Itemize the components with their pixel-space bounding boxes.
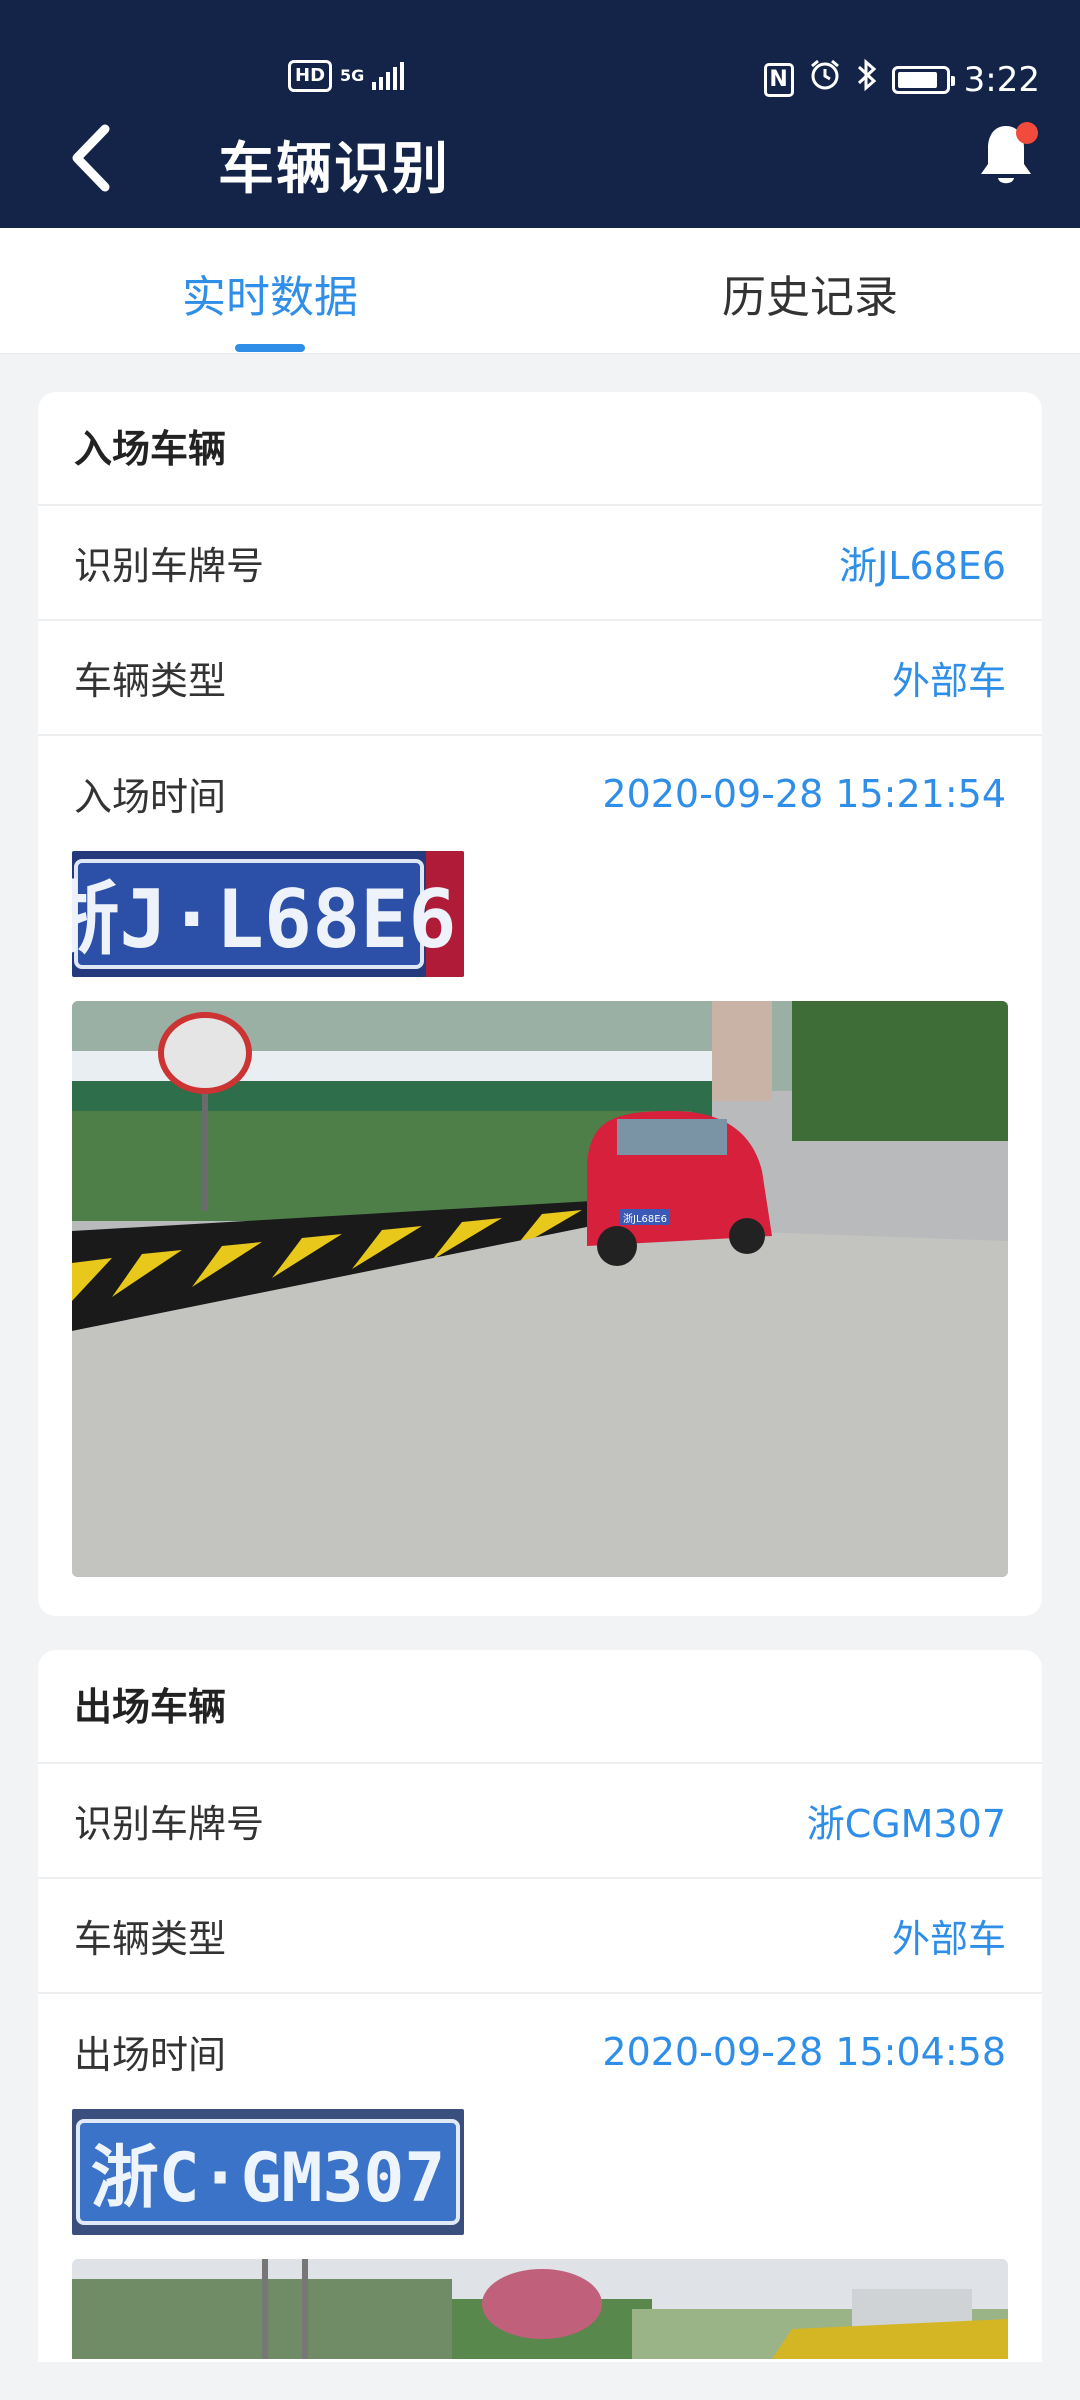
status-right: N 3:22 bbox=[763, 58, 1040, 101]
tab-realtime[interactable]: 实时数据 bbox=[0, 228, 540, 354]
notification-dot bbox=[1016, 122, 1038, 144]
nfc-icon: N bbox=[763, 62, 794, 97]
page-title: 车辆识别 bbox=[218, 137, 450, 202]
exit-scene-image[interactable] bbox=[72, 2259, 1008, 2359]
alarm-icon bbox=[808, 58, 842, 101]
hd-badge: HD bbox=[288, 60, 333, 92]
exit-time-label: 出场时间 bbox=[74, 2033, 227, 2077]
back-button[interactable] bbox=[52, 118, 132, 198]
card-title: 出场车辆 bbox=[38, 1650, 1042, 1764]
network-type: 5G bbox=[340, 66, 365, 85]
status-bar: HD 5G N 3:22 bbox=[0, 52, 1080, 108]
exit-vehicle-card: 出场车辆 识别车牌号 浙CGM307 车辆类型 外部车 出场时间 2020-09… bbox=[38, 1650, 1042, 2362]
car-plate-text: 浙JL68E6 bbox=[623, 1213, 667, 1225]
plate-value: 浙CGM307 bbox=[806, 1802, 1006, 1846]
vehicle-type-row: 车辆类型 外部车 bbox=[38, 621, 1042, 736]
battery-level bbox=[897, 71, 937, 88]
vehicle-type-value: 外部车 bbox=[891, 1917, 1006, 1961]
plate-label: 识别车牌号 bbox=[74, 544, 265, 588]
vehicle-type-label: 车辆类型 bbox=[74, 659, 227, 703]
exit-time-row: 出场时间 2020-09-28 15:04:58 bbox=[38, 1994, 1042, 2109]
tab-history[interactable]: 历史记录 bbox=[540, 228, 1080, 354]
plate-crop-text: 浙C·GM307 bbox=[91, 2139, 446, 2218]
plate-row: 识别车牌号 浙CGM307 bbox=[38, 1764, 1042, 1879]
bluetooth-icon bbox=[856, 58, 878, 101]
entry-time-value: 2020-09-28 15:21:54 bbox=[602, 771, 1006, 816]
plate-crop-image[interactable]: 浙J·L68E6 bbox=[72, 851, 464, 977]
signal-icon bbox=[372, 62, 405, 90]
chevron-left-icon bbox=[72, 124, 110, 192]
entry-time-row: 入场时间 2020-09-28 15:21:54 bbox=[38, 736, 1042, 851]
exit-time-value: 2020-09-28 15:04:58 bbox=[602, 2029, 1006, 2074]
card-title: 入场车辆 bbox=[38, 392, 1042, 506]
tab-indicator bbox=[235, 344, 305, 352]
plate-crop-image[interactable]: 浙C·GM307 bbox=[72, 2109, 464, 2235]
status-left: HD 5G bbox=[288, 60, 405, 92]
vehicle-type-label: 车辆类型 bbox=[74, 1917, 227, 1961]
tab-bar: 实时数据 历史记录 bbox=[0, 228, 1080, 354]
plate-label: 识别车牌号 bbox=[74, 1802, 265, 1846]
vehicle-type-value: 外部车 bbox=[891, 659, 1006, 703]
entry-scene-image[interactable]: 浙JL68E6 bbox=[72, 1001, 1008, 1577]
battery-icon bbox=[891, 65, 955, 94]
plate-crop-text: 浙J·L68E6 bbox=[72, 873, 457, 966]
entry-time-label: 入场时间 bbox=[74, 775, 227, 819]
plate-row: 识别车牌号 浙JL68E6 bbox=[38, 506, 1042, 621]
app-header: HD 5G N 3:22 车辆识别 bbox=[0, 0, 1080, 228]
plate-value: 浙JL68E6 bbox=[839, 544, 1006, 588]
notification-button[interactable] bbox=[976, 120, 1040, 192]
status-time: 3:22 bbox=[963, 59, 1040, 100]
vehicle-type-row: 车辆类型 外部车 bbox=[38, 1879, 1042, 1994]
entry-vehicle-card: 入场车辆 识别车牌号 浙JL68E6 车辆类型 外部车 入场时间 2020-09… bbox=[38, 392, 1042, 1616]
